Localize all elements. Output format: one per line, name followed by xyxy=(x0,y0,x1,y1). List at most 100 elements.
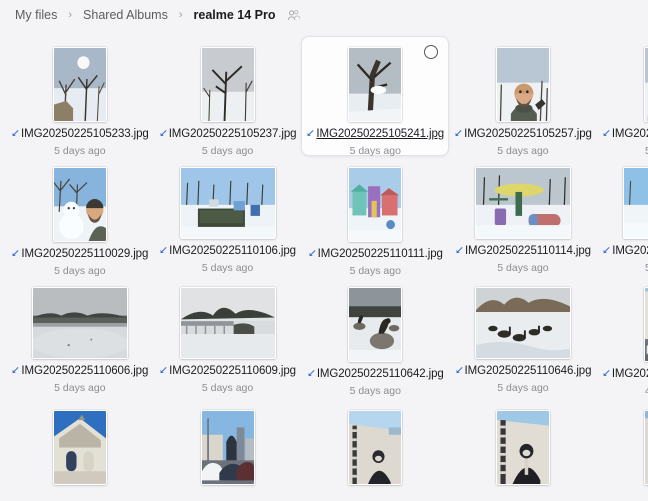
file-name-row: IMG20250225110606.jpg xyxy=(11,364,149,380)
file-name-row: IMG20250225110111.jpg xyxy=(306,247,444,263)
file-name[interactable]: IMG20250225132840.jpg xyxy=(612,367,648,381)
photo-thumbnail[interactable] xyxy=(622,167,648,239)
file-name[interactable]: IMG20250225110609.jpg xyxy=(169,364,296,378)
thumbnail-wrapper xyxy=(474,287,571,359)
file-tile[interactable]: IMG20250225110029.jpg 5 days ago xyxy=(6,156,154,277)
file-name[interactable]: IMG20250225110147.jpg xyxy=(612,244,648,258)
file-name[interactable]: IMG20250225105241.jpg xyxy=(316,127,444,141)
share-arrow-icon xyxy=(307,365,316,383)
file-name-row: IMG20250225110029.jpg xyxy=(11,247,149,263)
file-name[interactable]: IMG20250225105237.jpg xyxy=(169,127,297,141)
file-tile[interactable]: IMG20250225132840.jpg4 days ago xyxy=(597,276,648,397)
file-tile[interactable] xyxy=(449,396,597,501)
file-modified-time: 5 days ago xyxy=(54,382,106,394)
photo-thumbnail[interactable] xyxy=(348,167,403,242)
share-arrow-icon xyxy=(455,242,464,260)
thumbnail-wrapper xyxy=(643,287,648,362)
thumbnail-wrapper xyxy=(348,167,403,242)
photo-thumbnail[interactable] xyxy=(348,287,403,362)
file-grid: IMG20250225105233.jpg 5 days ago IMG20250… xyxy=(0,30,648,501)
photo-thumbnail[interactable] xyxy=(179,167,276,239)
photo-thumbnail[interactable] xyxy=(52,167,107,242)
photo-thumbnail[interactable] xyxy=(495,410,550,485)
breadcrumb-separator-icon: › xyxy=(178,9,183,21)
file-name-row: IMG20250225110609.jpg xyxy=(159,364,297,380)
photo-thumbnail[interactable] xyxy=(348,47,403,122)
file-name[interactable]: IMG20250225110111.jpg xyxy=(318,247,443,261)
file-name[interactable]: IMG20250225105233.jpg xyxy=(21,127,149,141)
breadcrumb-separator-icon: › xyxy=(68,9,73,21)
file-tile[interactable]: IMG20250225105241.jpg 5 days ago xyxy=(301,36,450,157)
file-name[interactable]: IMG20250225110606.jpg xyxy=(21,364,148,378)
photo-thumbnail[interactable] xyxy=(643,47,648,122)
thumbnail-wrapper xyxy=(348,287,403,362)
file-name-row: IMG20250225132840.jpg xyxy=(602,367,648,383)
file-name-row: IMG20250225110106.jpg xyxy=(159,244,297,260)
file-tile[interactable]: IMG20250225105300.jpg5 days ago xyxy=(597,36,648,157)
photo-thumbnail[interactable] xyxy=(52,410,107,485)
thumbnail-wrapper xyxy=(52,407,107,485)
breadcrumb-item-shared-albums[interactable]: Shared Albums xyxy=(80,6,171,24)
file-name[interactable]: IMG20250225110114.jpg xyxy=(465,244,591,258)
selection-circle-icon[interactable] xyxy=(424,45,439,59)
file-tile[interactable]: IMG20250225110147.jpg5 days ago xyxy=(597,156,648,276)
photo-thumbnail[interactable] xyxy=(179,287,276,359)
photo-thumbnail[interactable] xyxy=(31,287,128,359)
file-tile[interactable]: IMG20250225110606.jpg 5 days ago xyxy=(6,276,154,396)
file-name-row: IMG20250225105300.jpg xyxy=(602,127,648,143)
file-modified-time: 5 days ago xyxy=(497,262,549,274)
file-tile[interactable]: IMG20250225105257.jpg 5 days ago xyxy=(449,36,597,157)
share-arrow-icon xyxy=(454,125,463,143)
share-arrow-icon xyxy=(308,245,317,263)
file-tile[interactable] xyxy=(6,396,154,501)
file-tile[interactable] xyxy=(301,396,449,501)
photo-thumbnail[interactable] xyxy=(200,410,255,485)
file-tile[interactable]: IMG20250225110114.jpg 5 days ago xyxy=(449,156,597,276)
share-arrow-icon xyxy=(455,362,464,380)
thumbnail-wrapper xyxy=(622,167,648,239)
photo-thumbnail[interactable] xyxy=(52,47,107,122)
photo-thumbnail[interactable] xyxy=(348,410,403,485)
share-arrow-icon xyxy=(602,125,611,143)
file-tile[interactable]: IMG20250225110642.jpg 5 days ago xyxy=(301,276,449,397)
photo-thumbnail[interactable] xyxy=(200,47,255,122)
file-tile[interactable] xyxy=(154,396,302,501)
file-modified-time: 5 days ago xyxy=(201,382,254,394)
file-name[interactable]: IMG20250225110642.jpg xyxy=(317,367,444,381)
file-tile[interactable]: IMG20250225105237.jpg 5 days ago xyxy=(154,36,302,157)
share-arrow-icon xyxy=(602,242,611,260)
share-arrow-icon xyxy=(159,362,168,380)
thumbnail-wrapper xyxy=(643,47,648,122)
photo-thumbnail[interactable] xyxy=(643,287,648,362)
file-tile[interactable] xyxy=(597,396,648,501)
share-arrow-icon xyxy=(159,125,168,143)
thumbnail-wrapper xyxy=(495,407,550,485)
file-modified-time: 5 days ago xyxy=(201,262,254,274)
thumbnail-wrapper xyxy=(52,47,107,122)
share-arrow-icon xyxy=(11,362,20,380)
file-tile[interactable]: IMG20250225110609.jpg 5 days ago xyxy=(154,276,302,396)
photo-thumbnail[interactable] xyxy=(495,47,550,122)
file-tile[interactable]: IMG20250225110111.jpg 5 days ago xyxy=(301,156,449,277)
breadcrumb-item-current-album: realme 14 Pro xyxy=(193,8,276,22)
photo-thumbnail[interactable] xyxy=(474,287,571,359)
thumbnail-wrapper xyxy=(348,47,403,122)
file-tile[interactable]: IMG20250225110646.jpg 5 days ago xyxy=(449,276,597,396)
file-name[interactable]: IMG20250225110646.jpg xyxy=(465,364,592,378)
file-tile[interactable]: IMG20250225110106.jpg 5 days ago xyxy=(154,156,302,276)
file-name[interactable]: IMG20250225105257.jpg xyxy=(464,127,592,141)
file-tile[interactable]: IMG20250225105233.jpg 5 days ago xyxy=(6,36,154,157)
photo-thumbnail[interactable] xyxy=(643,410,648,485)
thumbnail-wrapper xyxy=(474,167,571,239)
file-name-row: IMG20250225110642.jpg xyxy=(306,367,444,383)
file-name-row: IMG20250225105257.jpg xyxy=(454,127,592,143)
share-arrow-icon xyxy=(602,365,611,383)
file-name[interactable]: IMG20250225110106.jpg xyxy=(169,244,296,258)
file-name[interactable]: IMG20250225105300.jpg xyxy=(612,127,648,141)
photo-thumbnail[interactable] xyxy=(474,167,571,239)
breadcrumb-item-my-files[interactable]: My files xyxy=(12,6,60,24)
file-name-row: IMG20250225110147.jpg xyxy=(602,244,648,260)
file-name[interactable]: IMG20250225110029.jpg xyxy=(21,247,148,261)
thumbnail-wrapper xyxy=(643,407,648,485)
thumbnail-wrapper xyxy=(200,407,255,485)
